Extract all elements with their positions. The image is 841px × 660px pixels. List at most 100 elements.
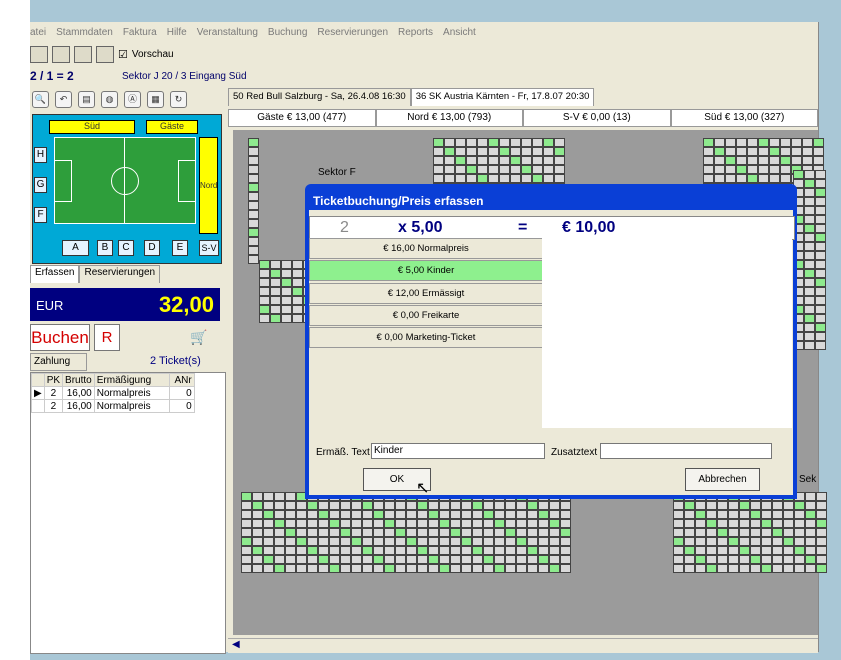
seat[interactable] [560,537,571,546]
seat[interactable] [439,510,450,519]
seat[interactable] [270,278,281,287]
seat[interactable] [510,156,521,165]
seat[interactable] [747,174,758,183]
seat[interactable] [538,528,549,537]
seat[interactable] [505,537,516,546]
seat[interactable] [673,564,684,573]
seat[interactable] [461,519,472,528]
seat[interactable] [494,564,505,573]
seat[interactable] [706,528,717,537]
horizontal-scrollbar[interactable]: ◀ [228,638,818,653]
seat[interactable] [815,260,826,269]
seat[interactable] [780,165,791,174]
seat[interactable] [758,147,769,156]
seat[interactable] [274,528,285,537]
seat[interactable] [433,147,444,156]
seat[interactable] [439,555,450,564]
seat[interactable] [362,537,373,546]
seat[interactable] [780,147,791,156]
seat[interactable] [695,546,706,555]
vorschau-checkbox[interactable]: ☑ [118,48,128,61]
seat[interactable] [318,528,329,537]
seat[interactable] [428,546,439,555]
seat[interactable] [483,564,494,573]
seat[interactable] [554,156,565,165]
seat[interactable] [472,537,483,546]
seat[interactable] [684,510,695,519]
seat[interactable] [248,156,259,165]
seat[interactable] [270,314,281,323]
seat[interactable] [318,537,329,546]
seat[interactable] [417,564,428,573]
seat[interactable] [285,537,296,546]
seat[interactable] [750,528,761,537]
tab-erfassen[interactable]: Erfassen [30,265,80,283]
seat[interactable] [505,510,516,519]
seat[interactable] [281,278,292,287]
seat[interactable] [532,147,543,156]
seat[interactable] [532,174,543,183]
seat[interactable] [428,528,439,537]
seat[interactable] [717,501,728,510]
seat[interactable] [791,138,802,147]
menu-reservierungen[interactable]: Reservierungen [317,27,388,38]
seat[interactable] [455,138,466,147]
seat[interactable] [477,138,488,147]
seat[interactable] [444,138,455,147]
seat[interactable] [804,233,815,242]
seat[interactable] [684,519,695,528]
seat[interactable] [461,546,472,555]
seat[interactable] [772,564,783,573]
seat[interactable] [281,287,292,296]
seat[interactable] [351,546,362,555]
seat[interactable] [739,501,750,510]
table-row[interactable]: 2 16,00 Normalpreis 0 [31,399,195,413]
tab-price-sued[interactable]: Süd € 13,00 (327) [670,109,818,127]
seat[interactable] [673,501,684,510]
seat[interactable] [281,296,292,305]
seat[interactable] [292,314,303,323]
seat[interactable] [804,287,815,296]
seat[interactable] [248,192,259,201]
seat[interactable] [769,147,780,156]
seat[interactable] [351,555,362,564]
seat[interactable] [538,555,549,564]
seat[interactable] [395,510,406,519]
seat[interactable] [747,165,758,174]
seat[interactable] [285,555,296,564]
seat[interactable] [373,519,384,528]
seat[interactable] [750,546,761,555]
seat[interactable] [477,174,488,183]
seat[interactable] [373,546,384,555]
seat[interactable] [695,528,706,537]
seat[interactable] [673,510,684,519]
seat[interactable] [783,546,794,555]
seat[interactable] [296,546,307,555]
seat[interactable] [728,564,739,573]
seat[interactable] [543,174,554,183]
seat[interactable] [549,546,560,555]
seat[interactable] [695,519,706,528]
seat[interactable] [395,546,406,555]
seat[interactable] [804,314,815,323]
seat[interactable] [296,519,307,528]
seat[interactable] [815,206,826,215]
seat[interactable] [804,188,815,197]
seat[interactable] [521,156,532,165]
seat[interactable] [780,174,791,183]
seat[interactable] [747,138,758,147]
copy-icon[interactable] [52,45,70,63]
seat[interactable] [444,174,455,183]
sector-gaeste[interactable]: Gäste [146,120,198,134]
seat[interactable] [351,519,362,528]
seat[interactable] [406,519,417,528]
reserve-button[interactable]: R [94,324,120,351]
seat[interactable] [516,501,527,510]
seat[interactable] [505,501,516,510]
seat[interactable] [714,174,725,183]
seat[interactable] [695,537,706,546]
seat[interactable] [804,296,815,305]
seat[interactable] [384,546,395,555]
seat[interactable] [769,156,780,165]
seat[interactable] [318,555,329,564]
